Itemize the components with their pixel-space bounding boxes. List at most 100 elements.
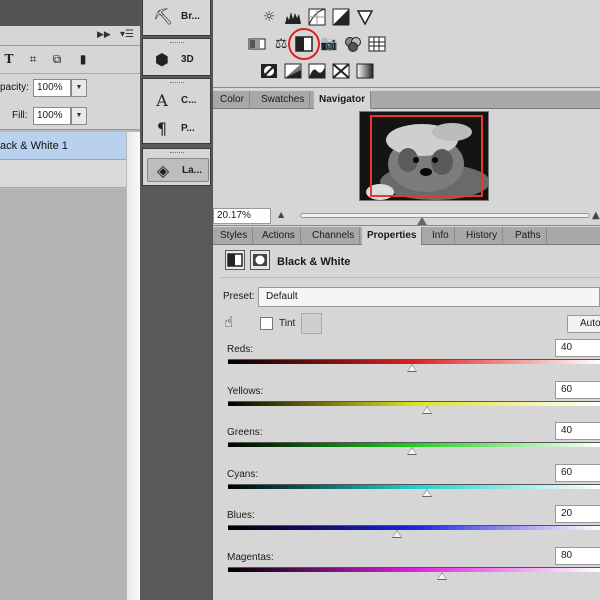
brightness-contrast-icon[interactable]: ☼ (260, 8, 278, 26)
slider-thumb[interactable] (422, 406, 432, 414)
opacity-dropdown[interactable]: ▼ (71, 79, 87, 97)
fill-field[interactable]: 100% (33, 107, 71, 125)
slider-label: Blues: (227, 510, 255, 521)
dock-layers-button[interactable]: ◈ La... (147, 158, 209, 182)
divider (221, 277, 600, 278)
opacity-field[interactable]: 100% (33, 79, 71, 97)
layer-item-black-white[interactable]: ack & White 1 (0, 132, 126, 160)
tab-channels[interactable]: Channels (307, 227, 361, 245)
slider-thumb[interactable] (407, 447, 417, 455)
slider-track[interactable] (228, 525, 600, 530)
zoom-slider-thumb[interactable] (417, 217, 427, 225)
photo-filter-icon[interactable]: 📷 (320, 35, 338, 53)
slider-thumb[interactable] (437, 572, 447, 580)
slider-label: Reds: (227, 344, 254, 355)
navigator-tabstrip: Color Swatches Navigator (213, 91, 600, 110)
right-panels: ☼ ⚖ 📷 Color Swatches Navigator 20.17% ▲ … (213, 0, 600, 600)
channel-mixer-icon[interactable] (344, 35, 362, 53)
layers-scrollbar[interactable] (126, 132, 140, 600)
threshold-icon[interactable] (308, 62, 326, 80)
dock-3d-button[interactable]: ⬢ 3D (147, 48, 209, 72)
paragraph-icon: ¶ (156, 119, 168, 138)
preset-select[interactable]: Default (258, 287, 600, 307)
slider-value-field[interactable]: 60 (555, 381, 600, 399)
fill-row: Fill: 100% ▼ (0, 102, 140, 130)
slider-value-field[interactable]: 20 (555, 505, 600, 523)
type-filter-icon[interactable]: T (2, 52, 16, 66)
dock-group-brush: ⛏ Br... (142, 0, 211, 36)
properties-panel: Black & White Preset: Default ☝ Tint Aut… (213, 245, 600, 600)
auto-button[interactable]: Auto (567, 315, 600, 333)
dock-brush-button[interactable]: ⛏ Br... (147, 5, 209, 29)
dock-group-type: A C... ¶ P... (142, 78, 211, 144)
view-box[interactable] (370, 115, 483, 197)
slider-thumb[interactable] (392, 530, 402, 538)
smart-object-filter-icon[interactable]: ⧉ (50, 52, 64, 66)
dock-character-button[interactable]: A C... (147, 89, 209, 113)
slider-track[interactable] (228, 484, 600, 489)
tint-color-swatch[interactable] (301, 313, 322, 334)
layers-tabbar: ▶▶ ▾☰ (0, 26, 140, 46)
slider-label: Greens: (227, 427, 263, 438)
hue-saturation-icon[interactable] (248, 35, 266, 53)
collapse-icon[interactable]: ▶▶ (97, 29, 111, 40)
panel-dock: ⛏ Br... ⬢ 3D A C... ¶ P... ◈ La... (140, 0, 212, 600)
tab-styles[interactable]: Styles (215, 227, 254, 245)
opacity-row: pacity: 100% ▼ (0, 74, 140, 102)
tab-paths[interactable]: Paths (510, 227, 547, 245)
zoom-slider[interactable] (300, 213, 590, 218)
tab-info[interactable]: Info (427, 227, 455, 245)
navigator-panel (213, 109, 600, 206)
slider-label: Yellows: (227, 386, 264, 397)
fill-dropdown[interactable]: ▼ (71, 107, 87, 125)
slider-value-field[interactable]: 60 (555, 464, 600, 482)
tab-swatches[interactable]: Swatches (256, 91, 311, 109)
dock-grip[interactable] (170, 42, 184, 44)
slider-track[interactable] (228, 401, 600, 406)
selective-color-icon[interactable] (332, 62, 350, 80)
adjustment-type-icon[interactable] (225, 250, 245, 270)
opacity-label: pacity: (0, 82, 29, 93)
posterize-icon[interactable] (284, 62, 302, 80)
toggle-filter-icon[interactable]: ▮ (76, 52, 90, 66)
slider-label: Magentas: (227, 552, 274, 563)
zoom-in-icon[interactable]: ▲ (592, 210, 600, 221)
dock-3d-label: 3D (181, 54, 194, 65)
highlight-circle (288, 28, 320, 60)
dock-grip[interactable] (170, 152, 184, 154)
layers-empty-area (0, 189, 126, 600)
tint-checkbox[interactable] (260, 317, 273, 330)
slider-value-field[interactable]: 40 (555, 339, 600, 357)
slider-thumb[interactable] (407, 364, 417, 372)
tab-history[interactable]: History (461, 227, 504, 245)
targeted-adjustment-hand-icon[interactable]: ☝ (224, 313, 233, 331)
tab-color[interactable]: Color (215, 91, 250, 109)
navigator-thumbnail[interactable] (359, 111, 489, 201)
shape-filter-icon[interactable]: ⌗ (26, 52, 40, 66)
tab-actions[interactable]: Actions (257, 227, 301, 245)
vibrance-icon[interactable] (356, 8, 374, 26)
tab-properties[interactable]: Properties (362, 227, 423, 246)
slider-thumb[interactable] (422, 489, 432, 497)
slider-value-field[interactable]: 80 (555, 547, 600, 565)
exposure-icon[interactable] (332, 8, 350, 26)
color-lookup-icon[interactable] (368, 35, 386, 53)
layer-item-empty[interactable] (0, 160, 126, 188)
levels-icon[interactable] (284, 8, 302, 26)
dock-character-label: C... (181, 95, 197, 106)
panel-menu-icon[interactable]: ▾☰ (120, 29, 134, 40)
invert-icon[interactable] (260, 62, 278, 80)
dock-group-3d: ⬢ 3D (142, 38, 211, 76)
dock-grip[interactable] (170, 82, 184, 84)
zoom-field[interactable]: 20.17% (213, 208, 271, 224)
tab-navigator[interactable]: Navigator (314, 91, 372, 110)
zoom-out-icon[interactable]: ▲ (278, 210, 284, 219)
gradient-map-icon[interactable] (356, 62, 374, 80)
tint-label: Tint (279, 318, 296, 329)
curves-icon[interactable] (308, 8, 326, 26)
slider-value-field[interactable]: 40 (555, 422, 600, 440)
slider-track[interactable] (228, 567, 600, 572)
mask-icon[interactable] (250, 250, 270, 270)
dock-paragraph-button[interactable]: ¶ P... (147, 117, 209, 141)
slider-label: Cyans: (227, 469, 259, 480)
